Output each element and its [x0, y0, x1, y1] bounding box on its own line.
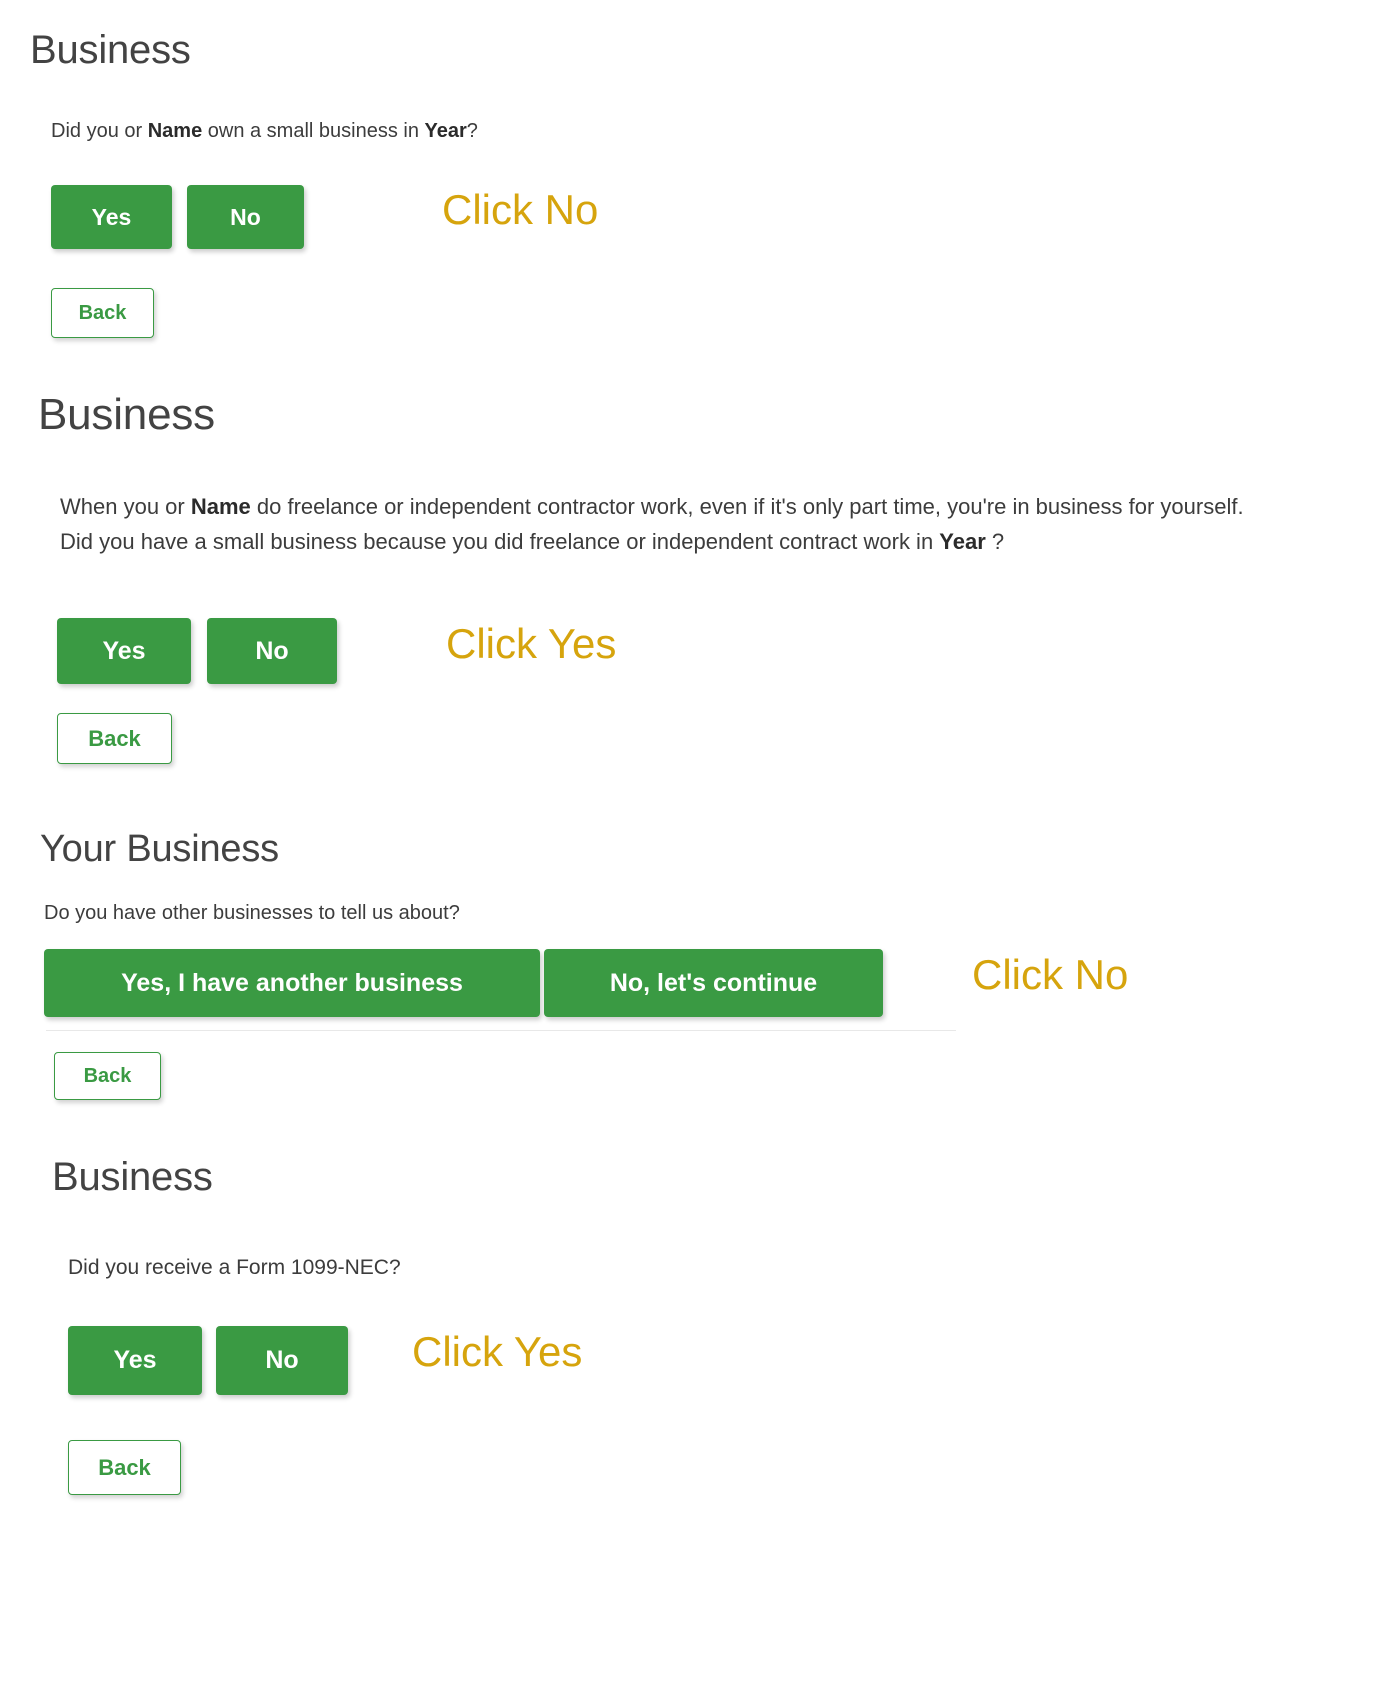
section-3-divider: [46, 1030, 956, 1031]
tax-interview-walkthrough-page: Business Did you or Name own a small bus…: [0, 0, 1378, 1694]
question-placeholder-year: Year: [939, 529, 986, 554]
section-1-back-button[interactable]: Back: [51, 288, 154, 338]
section-3-no-continue-button[interactable]: No, let's continue: [544, 949, 883, 1017]
section-4-yes-button[interactable]: Yes: [68, 1326, 202, 1395]
section-3-question: Do you have other businesses to tell us …: [44, 902, 460, 924]
section-1-heading: Business: [30, 28, 191, 72]
section-1-annotation-hint: Click No: [442, 186, 599, 233]
section-3-annotation-hint: Click No: [972, 951, 1129, 998]
section-2-back-button[interactable]: Back: [57, 713, 172, 764]
section-1-question: Did you or Name own a small business in …: [51, 120, 478, 143]
section-1-no-button[interactable]: No: [187, 185, 304, 249]
question-text-part: own a small business in: [202, 120, 425, 142]
question-text-part: Did you or: [51, 120, 148, 142]
section-2-yes-button[interactable]: Yes: [57, 618, 191, 684]
question-placeholder-year: Year: [424, 120, 467, 142]
question-placeholder-name: Name: [190, 494, 251, 519]
section-2-heading: Business: [38, 390, 215, 439]
section-4-question: Did you receive a Form 1099-NEC?: [68, 1256, 401, 1279]
section-2-question: When you or Name do freelance or indepen…: [60, 489, 1260, 559]
question-text-part: When you or: [60, 494, 191, 519]
section-2-no-button[interactable]: No: [207, 618, 337, 684]
question-placeholder-name: Name: [147, 120, 203, 142]
section-2-annotation-hint: Click Yes: [446, 620, 617, 667]
section-3-heading: Your Business: [40, 828, 279, 870]
section-4-heading: Business: [52, 1155, 213, 1199]
section-3-yes-another-business-button[interactable]: Yes, I have another business: [44, 949, 540, 1017]
section-4-no-button[interactable]: No: [216, 1326, 348, 1395]
section-1-yes-button[interactable]: Yes: [51, 185, 172, 249]
question-text-part: ?: [985, 529, 1005, 554]
question-text-part: ?: [466, 120, 478, 142]
section-3-back-button[interactable]: Back: [54, 1052, 161, 1100]
section-4-back-button[interactable]: Back: [68, 1440, 181, 1495]
section-4-annotation-hint: Click Yes: [412, 1328, 583, 1375]
